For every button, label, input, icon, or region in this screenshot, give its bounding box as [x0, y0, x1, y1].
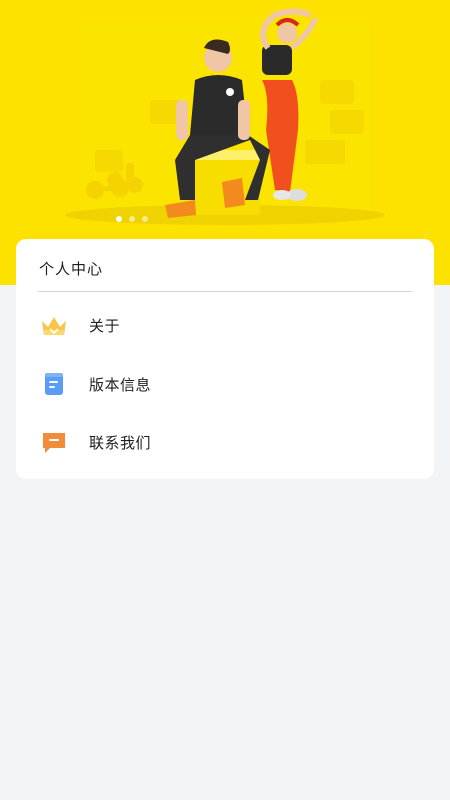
- menu-item-label: 联系我们: [89, 434, 152, 452]
- menu-item-version-info[interactable]: 版本信息: [16, 362, 434, 406]
- carousel-dot-1[interactable]: [116, 216, 122, 222]
- divider: [38, 291, 412, 292]
- menu-item-contact-us[interactable]: 联系我们: [16, 420, 434, 464]
- carousel-indicator: [116, 216, 148, 222]
- document-icon: [45, 373, 63, 395]
- menu-item-label: 关于: [89, 317, 121, 335]
- card-title: 个人中心: [39, 260, 104, 278]
- carousel-dot-2[interactable]: [129, 216, 135, 222]
- menu-item-about[interactable]: 关于: [16, 303, 434, 347]
- personal-center-card: 个人中心 关于 版本信息 联系我们: [16, 239, 434, 479]
- menu-item-label: 版本信息: [89, 376, 152, 394]
- crown-icon: [42, 317, 66, 335]
- carousel-dot-3[interactable]: [142, 216, 148, 222]
- chat-bubble-icon: [43, 433, 65, 453]
